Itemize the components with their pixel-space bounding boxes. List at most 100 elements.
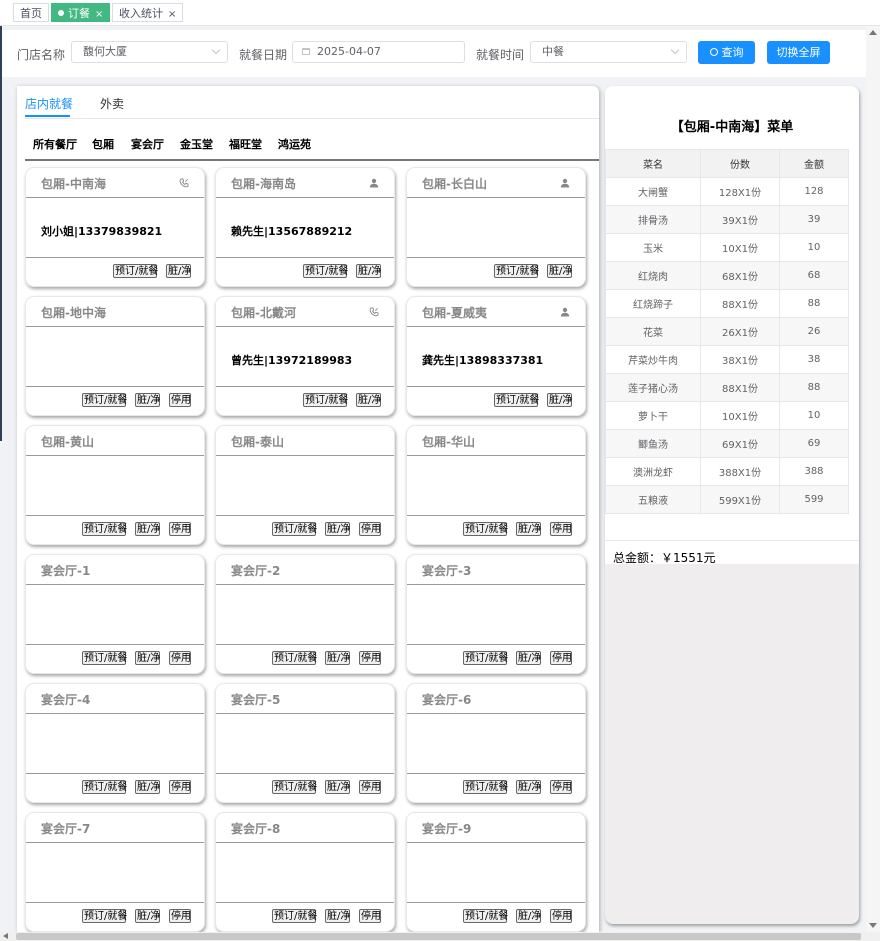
- hall-filter-private-room[interactable]: 包厢: [92, 136, 114, 152]
- close-icon[interactable]: ×: [95, 9, 103, 20]
- dirty-clean-button[interactable]: 脏/净: [135, 522, 160, 536]
- query-button[interactable]: 查询: [698, 41, 755, 64]
- dirty-clean-button[interactable]: 脏/净: [516, 909, 541, 923]
- dirty-clean-button[interactable]: 脏/净: [135, 909, 160, 923]
- reserve-dine-button[interactable]: 预订/就餐: [303, 264, 348, 278]
- reserve-dine-button[interactable]: 预订/就餐: [303, 393, 348, 407]
- disable-button[interactable]: 停用: [169, 522, 191, 536]
- disable-button[interactable]: 停用: [550, 651, 572, 665]
- reserve-dine-button[interactable]: 预订/就餐: [82, 651, 127, 665]
- reserve-dine-button[interactable]: 预订/就餐: [463, 522, 508, 536]
- dirty-clean-button[interactable]: 脏/净: [325, 780, 350, 794]
- reserve-dine-button[interactable]: 预订/就餐: [463, 780, 508, 794]
- disable-button[interactable]: 停用: [169, 651, 191, 665]
- room-card[interactable]: 包厢-长白山 脏/净 预订/就餐: [406, 167, 586, 287]
- reserve-dine-button[interactable]: 预订/就餐: [272, 780, 317, 794]
- room-card[interactable]: 宴会厅-1 停用 脏/净 预订/就餐: [25, 554, 205, 674]
- disable-button[interactable]: 停用: [359, 780, 381, 794]
- dirty-clean-button[interactable]: 脏/净: [325, 651, 350, 665]
- time-select[interactable]: 中餐: [530, 41, 687, 63]
- room-card[interactable]: 包厢-海南岛 赖先生|13567889212 脏/净 预订/就餐: [215, 167, 395, 287]
- hall-filter-banquet[interactable]: 宴会厅: [131, 136, 164, 152]
- hall-filter-all[interactable]: 所有餐厅: [33, 136, 77, 152]
- card-divider: [216, 515, 394, 516]
- close-icon[interactable]: ×: [168, 9, 176, 20]
- disable-button[interactable]: 停用: [359, 909, 381, 923]
- dirty-clean-button[interactable]: 脏/净: [166, 264, 191, 278]
- card-divider: [407, 902, 585, 903]
- dirty-clean-button[interactable]: 脏/净: [135, 651, 160, 665]
- room-card[interactable]: 包厢-中南海 刘小姐|13379839821 脏/净 预订/就餐: [25, 167, 205, 287]
- disable-button[interactable]: 停用: [169, 393, 191, 407]
- scroll-up-icon[interactable]: [869, 30, 877, 35]
- disable-button[interactable]: 停用: [169, 909, 191, 923]
- disable-button[interactable]: 停用: [550, 780, 572, 794]
- tab-dine-in[interactable]: 店内就餐: [25, 95, 73, 112]
- room-card[interactable]: 宴会厅-9 停用 脏/净 预订/就餐: [406, 812, 586, 932]
- room-card[interactable]: 包厢-华山 停用 脏/净 预订/就餐: [406, 425, 586, 545]
- hall-filter-hongyunyuan[interactable]: 鸿运苑: [278, 136, 311, 152]
- reserve-dine-button[interactable]: 预订/就餐: [494, 393, 539, 407]
- tab-takeout[interactable]: 外卖: [100, 95, 124, 112]
- reserve-dine-button[interactable]: 预订/就餐: [463, 909, 508, 923]
- dirty-clean-button[interactable]: 脏/净: [135, 780, 160, 794]
- vertical-scrollbar[interactable]: [866, 26, 880, 932]
- disable-button[interactable]: 停用: [359, 651, 381, 665]
- dirty-clean-button[interactable]: 脏/净: [356, 393, 381, 407]
- reserve-dine-button[interactable]: 预订/就餐: [113, 264, 158, 278]
- disable-button[interactable]: 停用: [359, 522, 381, 536]
- scroll-left-icon[interactable]: [3, 933, 8, 939]
- room-card[interactable]: 宴会厅-8 停用 脏/净 预订/就餐: [215, 812, 395, 932]
- tab-order[interactable]: 订餐 ×: [51, 3, 111, 22]
- reserve-dine-button[interactable]: 预订/就餐: [272, 522, 317, 536]
- room-name: 包厢-夏威夷: [422, 306, 487, 320]
- scroll-down-icon[interactable]: [869, 923, 877, 928]
- dish-amount: 10: [779, 401, 849, 430]
- dirty-clean-button[interactable]: 脏/净: [356, 264, 381, 278]
- room-card[interactable]: 宴会厅-6 停用 脏/净 预订/就餐: [406, 683, 586, 803]
- disable-button[interactable]: 停用: [550, 909, 572, 923]
- reserve-dine-button[interactable]: 预订/就餐: [82, 393, 127, 407]
- room-card[interactable]: 包厢-黄山 停用 脏/净 预订/就餐: [25, 425, 205, 545]
- room-card[interactable]: 包厢-北戴河 曾先生|13972189983 脏/净 预订/就餐: [215, 296, 395, 416]
- reserve-dine-button[interactable]: 预订/就餐: [272, 909, 317, 923]
- dirty-clean-button[interactable]: 脏/净: [516, 651, 541, 665]
- reserve-dine-button[interactable]: 预订/就餐: [463, 651, 508, 665]
- dirty-clean-button[interactable]: 脏/净: [325, 522, 350, 536]
- room-card[interactable]: 包厢-地中海 停用 脏/净 预订/就餐: [25, 296, 205, 416]
- dirty-clean-button[interactable]: 脏/净: [516, 780, 541, 794]
- reserve-dine-button[interactable]: 预订/就餐: [82, 522, 127, 536]
- room-card[interactable]: 包厢-泰山 停用 脏/净 预订/就餐: [215, 425, 395, 545]
- room-name: 宴会厅-7: [41, 822, 91, 836]
- reserve-dine-button[interactable]: 预订/就餐: [82, 909, 127, 923]
- disable-button[interactable]: 停用: [169, 780, 191, 794]
- dirty-clean-button[interactable]: 脏/净: [135, 393, 160, 407]
- room-card[interactable]: 宴会厅-7 停用 脏/净 预订/就餐: [25, 812, 205, 932]
- card-divider: [26, 515, 204, 516]
- dirty-clean-button[interactable]: 脏/净: [547, 264, 572, 278]
- hall-filter-fuwangtang[interactable]: 福旺堂: [229, 136, 262, 152]
- fullscreen-button[interactable]: 切换全屏: [767, 41, 830, 64]
- dirty-clean-button[interactable]: 脏/净: [547, 393, 572, 407]
- dirty-clean-button[interactable]: 脏/净: [516, 522, 541, 536]
- room-card[interactable]: 宴会厅-5 停用 脏/净 预订/就餐: [215, 683, 395, 803]
- scrollbar-thumb[interactable]: [16, 933, 861, 940]
- room-card[interactable]: 宴会厅-4 停用 脏/净 预订/就餐: [25, 683, 205, 803]
- reserve-dine-button[interactable]: 预订/就餐: [272, 651, 317, 665]
- store-select[interactable]: 馥何大厦: [71, 41, 228, 63]
- disable-button[interactable]: 停用: [550, 522, 572, 536]
- hall-filter-jinyutang[interactable]: 金玉堂: [180, 136, 213, 152]
- tab-home[interactable]: 首页: [13, 3, 49, 22]
- card-divider: [407, 515, 585, 516]
- horizontal-scrollbar[interactable]: [0, 932, 880, 941]
- column-header-qty: 份数: [700, 149, 780, 178]
- dirty-clean-button[interactable]: 脏/净: [325, 909, 350, 923]
- reserve-dine-button[interactable]: 预订/就餐: [82, 780, 127, 794]
- tab-income-stats[interactable]: 收入统计 ×: [112, 3, 184, 22]
- reserve-dine-button[interactable]: 预订/就餐: [494, 264, 539, 278]
- room-card[interactable]: 宴会厅-3 停用 脏/净 预订/就餐: [406, 554, 586, 674]
- date-picker[interactable]: 2025-04-07: [292, 41, 465, 63]
- room-card[interactable]: 宴会厅-2 停用 脏/净 预订/就餐: [215, 554, 395, 674]
- card-divider: [407, 584, 585, 585]
- room-card[interactable]: 包厢-夏威夷 龚先生|13898337381 脏/净 预订/就餐: [406, 296, 586, 416]
